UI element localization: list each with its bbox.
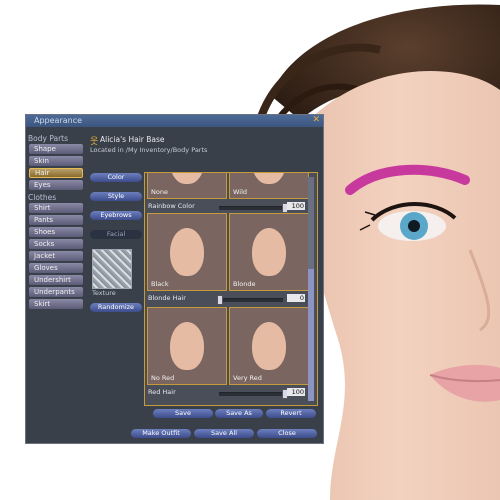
value-blonde-hair[interactable]: 0 [287,294,305,302]
clothes-heading: Clothes [28,193,57,202]
save-button[interactable]: Save [153,409,213,418]
sidebar-item-pants[interactable]: Pants [29,215,83,225]
sidebar-item-underpants[interactable]: Underpants [29,287,83,297]
face-thumbnail [252,173,286,184]
face-thumbnail [252,322,286,370]
appearance-window: Appearance ✕ Body Parts Shape Skin Hair … [25,114,324,444]
save-all-button[interactable]: Save All [194,429,254,438]
face-thumbnail [170,322,204,370]
tab-eyebrows[interactable]: Eyebrows [90,211,142,220]
sidebar-item-shoes[interactable]: Shoes [29,227,83,237]
slider-blonde-hair[interactable] [219,298,283,302]
slider-red-hair[interactable] [219,392,283,396]
panel-scrollbar[interactable] [308,177,314,401]
slider-label-rainbow-color: Rainbow Color [148,202,195,210]
sidebar-item-eyes[interactable]: Eyes [29,180,83,190]
close-button[interactable]: Close [257,429,317,438]
subtab-column: Color Style Eyebrows Facial Texture Rand… [90,173,142,322]
tab-color[interactable]: Color [90,173,142,182]
sidebar-item-skin[interactable]: Skin [29,156,83,166]
slider-knob-blonde-hair[interactable] [217,295,223,305]
item-location: Located in /My Inventory/Body Parts [90,146,208,154]
value-red-hair[interactable]: 100 [287,388,305,396]
item-name: Alicia's Hair Base [100,135,165,144]
texture-swatch[interactable] [92,249,132,289]
scrollbar-thumb[interactable] [308,269,314,401]
title-bar[interactable]: Appearance ✕ [26,115,323,127]
save-as-button[interactable]: Save As [215,409,263,418]
face-thumbnail [252,228,286,276]
sidebar-item-jacket[interactable]: Jacket [29,251,83,261]
param-thumb-wild[interactable]: Wild [229,173,309,199]
sidebar-item-skirt[interactable]: Skirt [29,299,83,309]
texture-label: Texture [92,289,116,297]
param-thumb-very-red[interactable]: Very Red [229,307,309,385]
person-icon: 웃 [90,137,99,147]
sidebar: Body Parts Shape Skin Hair Eyes Clothes … [26,133,88,311]
value-rainbow-color[interactable]: 100 [287,202,305,210]
make-outfit-button[interactable]: Make Outfit [131,429,191,438]
sidebar-item-socks[interactable]: Socks [29,239,83,249]
sidebar-item-shape[interactable]: Shape [29,144,83,154]
item-header: 웃 Alicia's Hair Base Located in /My Inve… [90,135,207,154]
window-title: Appearance [34,116,83,125]
face-thumbnail [170,173,204,184]
slider-label-red-hair: Red Hair [148,388,176,396]
slider-rainbow-color[interactable] [219,206,283,210]
param-thumb-blonde[interactable]: Blonde [229,213,309,291]
slider-label-blonde-hair: Blonde Hair [148,294,186,302]
close-icon[interactable]: ✕ [312,115,320,125]
tab-style[interactable]: Style [90,192,142,201]
sidebar-item-gloves[interactable]: Gloves [29,263,83,273]
sidebar-item-undershirt[interactable]: Undershirt [29,275,83,285]
body-parts-heading: Body Parts [28,134,69,143]
sidebar-item-shirt[interactable]: Shirt [29,203,83,213]
param-thumb-black[interactable]: Black [147,213,227,291]
tab-facial[interactable]: Facial [90,230,142,239]
revert-button[interactable]: Revert [266,409,316,418]
face-thumbnail [170,228,204,276]
param-thumb-no-red[interactable]: No Red [147,307,227,385]
param-thumb-none[interactable]: None [147,173,227,199]
randomize-button[interactable]: Randomize [90,303,142,312]
sidebar-item-hair[interactable]: Hair [29,168,83,178]
parameter-panel: None Wild Rainbow Color 100 Black Blonde… [144,172,318,406]
